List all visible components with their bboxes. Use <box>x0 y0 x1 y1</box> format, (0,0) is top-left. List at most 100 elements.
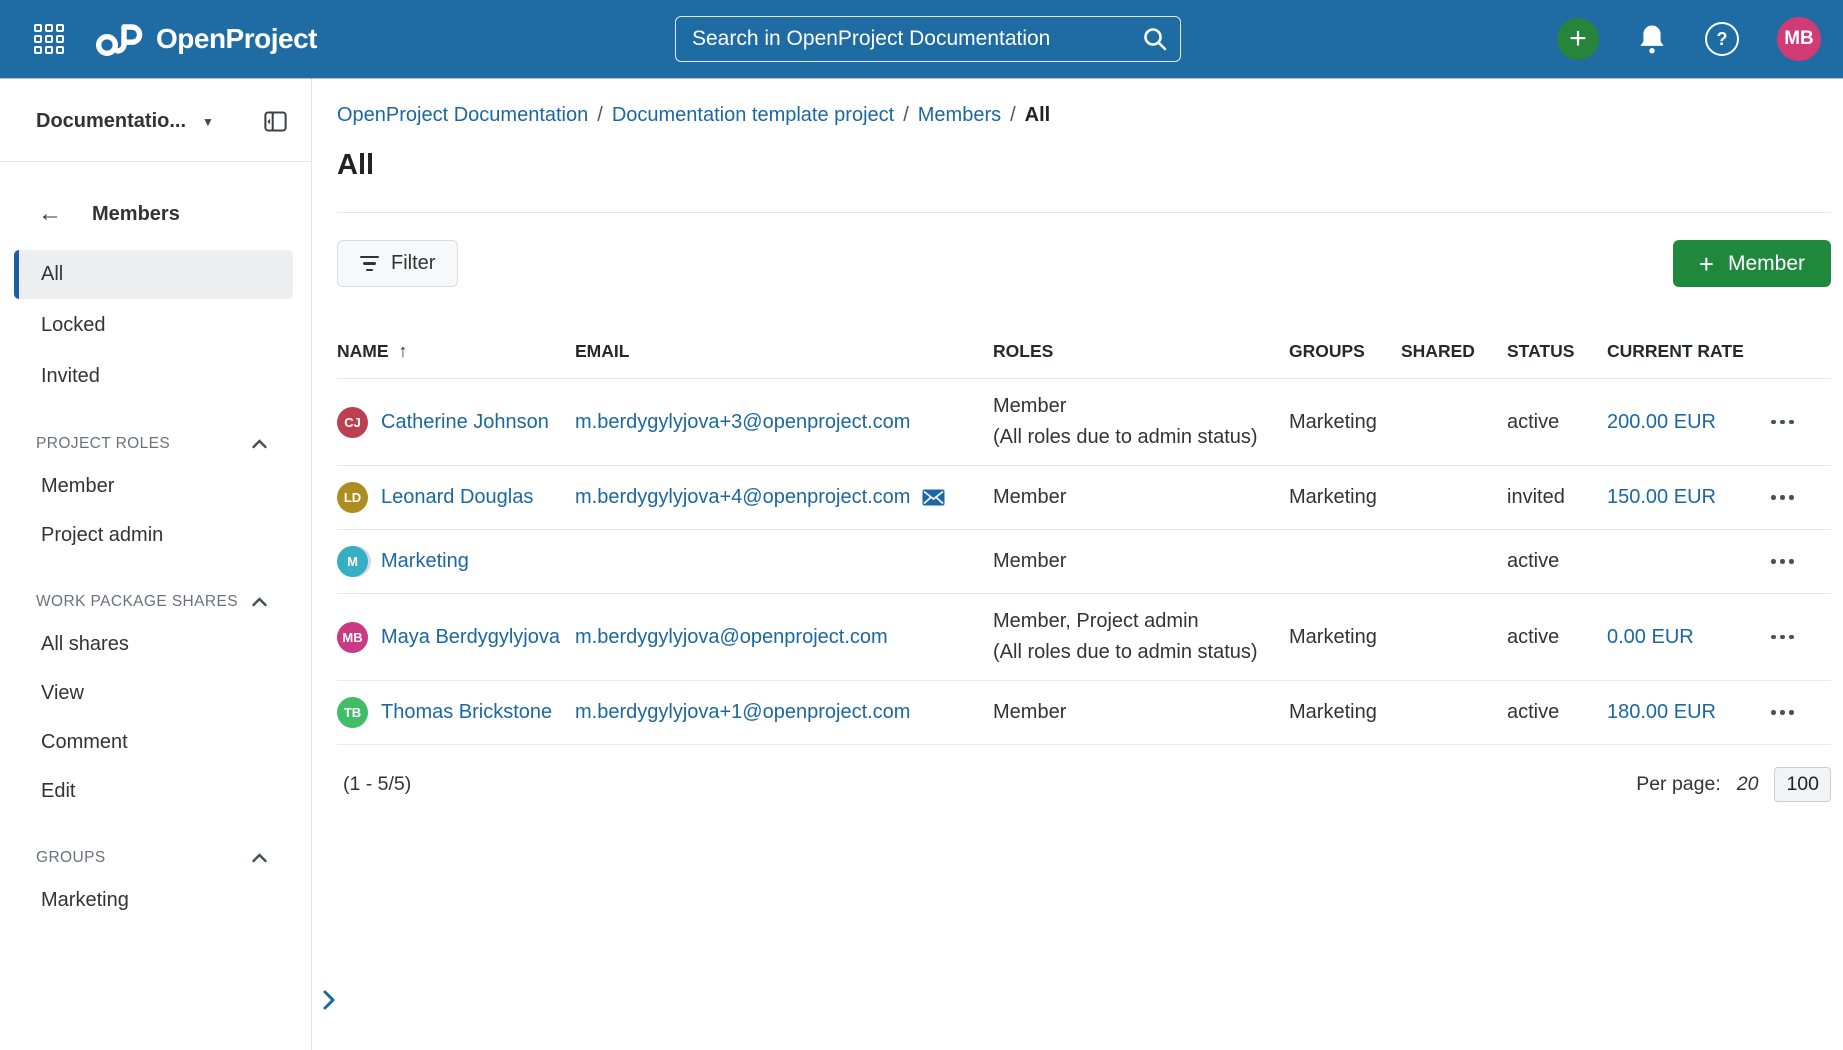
question-icon: ? <box>1717 29 1728 50</box>
section-project-roles-toggle[interactable]: PROJECT ROLES <box>0 435 311 453</box>
table-row: LD Leonard Douglas m.berdygylyjova+4@ope… <box>337 466 1831 530</box>
section-project-roles: PROJECT ROLES Member Project admin <box>0 435 311 559</box>
collapse-sidebar-button[interactable] <box>262 108 289 135</box>
chevron-up-icon <box>252 597 267 607</box>
sidebar-item-marketing[interactable]: Marketing <box>14 877 293 924</box>
member-groups: Marketing <box>1289 379 1401 466</box>
notifications-button[interactable] <box>1637 23 1667 55</box>
row-actions-button[interactable] <box>1769 629 1796 646</box>
sidebar-item-member[interactable]: Member <box>14 463 293 510</box>
add-member-button-label: Member <box>1728 252 1805 276</box>
app-grid-menu-icon[interactable] <box>34 24 64 54</box>
table-header-row: NAME↑ EMAIL ROLES GROUPS SHARED STATUS C… <box>337 333 1831 379</box>
page-title: All <box>337 149 1831 182</box>
member-groups: Marketing <box>1289 594 1401 681</box>
sort-ascending-icon: ↑ <box>399 341 408 361</box>
member-email-link[interactable]: m.berdygylyjova+3@openproject.com <box>575 411 910 434</box>
avatar: LD <box>337 482 368 513</box>
row-actions-button[interactable] <box>1769 414 1796 431</box>
chevron-right-icon <box>318 988 339 1012</box>
member-groups: Marketing <box>1289 681 1401 745</box>
sidebar-resize-handle[interactable] <box>316 986 341 1017</box>
breadcrumb-current: All <box>1025 104 1051 127</box>
user-avatar[interactable]: MB <box>1777 17 1821 61</box>
avatar: CJ <box>337 407 368 438</box>
column-header-status[interactable]: STATUS <box>1507 333 1607 379</box>
member-shared <box>1401 530 1507 594</box>
column-header-shared[interactable]: SHARED <box>1401 333 1507 379</box>
sidebar-menu-title: Members <box>92 203 180 226</box>
add-member-button[interactable]: + Member <box>1673 240 1831 287</box>
row-actions-button[interactable] <box>1769 553 1796 570</box>
member-groups: Marketing <box>1289 466 1401 530</box>
per-page-option-100[interactable]: 100 <box>1774 767 1831 802</box>
table-row: M Marketing Member active <box>337 530 1831 594</box>
help-button[interactable]: ? <box>1705 22 1739 56</box>
sidebar-item-view[interactable]: View <box>14 670 293 717</box>
column-header-roles[interactable]: ROLES <box>993 333 1289 379</box>
back-arrow-icon[interactable]: ← <box>38 202 62 226</box>
sidebar-item-project-admin[interactable]: Project admin <box>14 512 293 559</box>
column-header-name[interactable]: NAME↑ <box>337 333 575 379</box>
member-rate-link[interactable]: 180.00 EUR <box>1607 701 1716 723</box>
openproject-logo[interactable]: OpenProject <box>94 21 317 57</box>
breadcrumb-separator: / <box>1010 104 1016 127</box>
member-name-link[interactable]: Maya Berdygylyjova <box>381 626 560 649</box>
column-header-groups[interactable]: GROUPS <box>1289 333 1401 379</box>
pagination-bar: (1 - 5/5) Per page: 20 100 <box>337 745 1831 802</box>
sidebar-item-comment[interactable]: Comment <box>14 719 293 766</box>
plus-icon: + <box>1699 251 1714 277</box>
filter-button[interactable]: Filter <box>337 240 458 287</box>
sidebar-item-edit[interactable]: Edit <box>14 768 293 815</box>
member-rate-link[interactable]: 200.00 EUR <box>1607 411 1716 433</box>
quick-add-button[interactable]: + <box>1557 18 1599 60</box>
table-row: MB Maya Berdygylyjova m.berdygylyjova@op… <box>337 594 1831 681</box>
member-status: active <box>1507 681 1607 745</box>
member-name-link[interactable]: Thomas Brickstone <box>381 701 552 724</box>
logo-text: OpenProject <box>156 23 317 55</box>
sidebar: Documentatio... ▼ ← Members All Locked I… <box>0 78 312 1050</box>
section-groups: GROUPS Marketing <box>0 849 311 924</box>
sidebar-item-all-shares[interactable]: All shares <box>14 621 293 668</box>
sidebar-item-locked[interactable]: Locked <box>14 301 293 350</box>
member-roles-note: (All roles due to admin status) <box>993 641 1281 664</box>
toolbar-divider <box>337 212 1831 213</box>
chevron-up-icon <box>252 439 267 449</box>
search-icon[interactable] <box>1141 25 1169 53</box>
member-email-link[interactable]: m.berdygylyjova+4@openproject.com <box>575 486 910 509</box>
column-header-email[interactable]: EMAIL <box>575 333 993 379</box>
member-email-link[interactable]: m.berdygylyjova+1@openproject.com <box>575 701 910 724</box>
member-name-link[interactable]: Marketing <box>381 550 469 573</box>
breadcrumb-separator: / <box>597 104 603 127</box>
breadcrumb-link-project[interactable]: OpenProject Documentation <box>337 104 588 127</box>
project-selector[interactable]: Documentatio... <box>36 110 186 133</box>
section-title: PROJECT ROLES <box>36 435 170 453</box>
row-actions-button[interactable] <box>1769 704 1796 721</box>
breadcrumb-link-members[interactable]: Members <box>918 104 1001 127</box>
sidebar-item-invited[interactable]: Invited <box>14 352 293 401</box>
member-shared <box>1401 466 1507 530</box>
global-search <box>675 16 1181 62</box>
member-name-link[interactable]: Leonard Douglas <box>381 486 533 509</box>
column-header-current-rate[interactable]: CURRENT RATE <box>1607 333 1769 379</box>
member-email-link[interactable]: m.berdygylyjova@openproject.com <box>575 626 888 649</box>
member-roles: Member <box>993 550 1281 573</box>
bell-icon <box>1637 23 1667 55</box>
pagination-range: (1 - 5/5) <box>343 773 411 796</box>
section-work-package-shares-toggle[interactable]: WORK PACKAGE SHARES <box>0 593 311 611</box>
member-groups <box>1289 530 1401 594</box>
sidebar-item-all[interactable]: All <box>14 250 293 299</box>
member-rate-link[interactable]: 0.00 EUR <box>1607 626 1694 648</box>
member-rate-link[interactable]: 150.00 EUR <box>1607 486 1716 508</box>
row-actions-button[interactable] <box>1769 489 1796 506</box>
main-content: OpenProject Documentation / Documentatio… <box>312 78 1843 1050</box>
collapse-panel-icon <box>262 108 289 135</box>
member-shared <box>1401 681 1507 745</box>
member-name-link[interactable]: Catherine Johnson <box>381 411 549 434</box>
member-roles: Member, Project admin <box>993 610 1281 633</box>
search-input[interactable] <box>675 16 1181 62</box>
breadcrumb-link-template-project[interactable]: Documentation template project <box>612 104 894 127</box>
top-navigation-bar: OpenProject + ? MB <box>0 0 1843 78</box>
caret-down-icon[interactable]: ▼ <box>202 115 214 129</box>
section-groups-toggle[interactable]: GROUPS <box>0 849 311 867</box>
